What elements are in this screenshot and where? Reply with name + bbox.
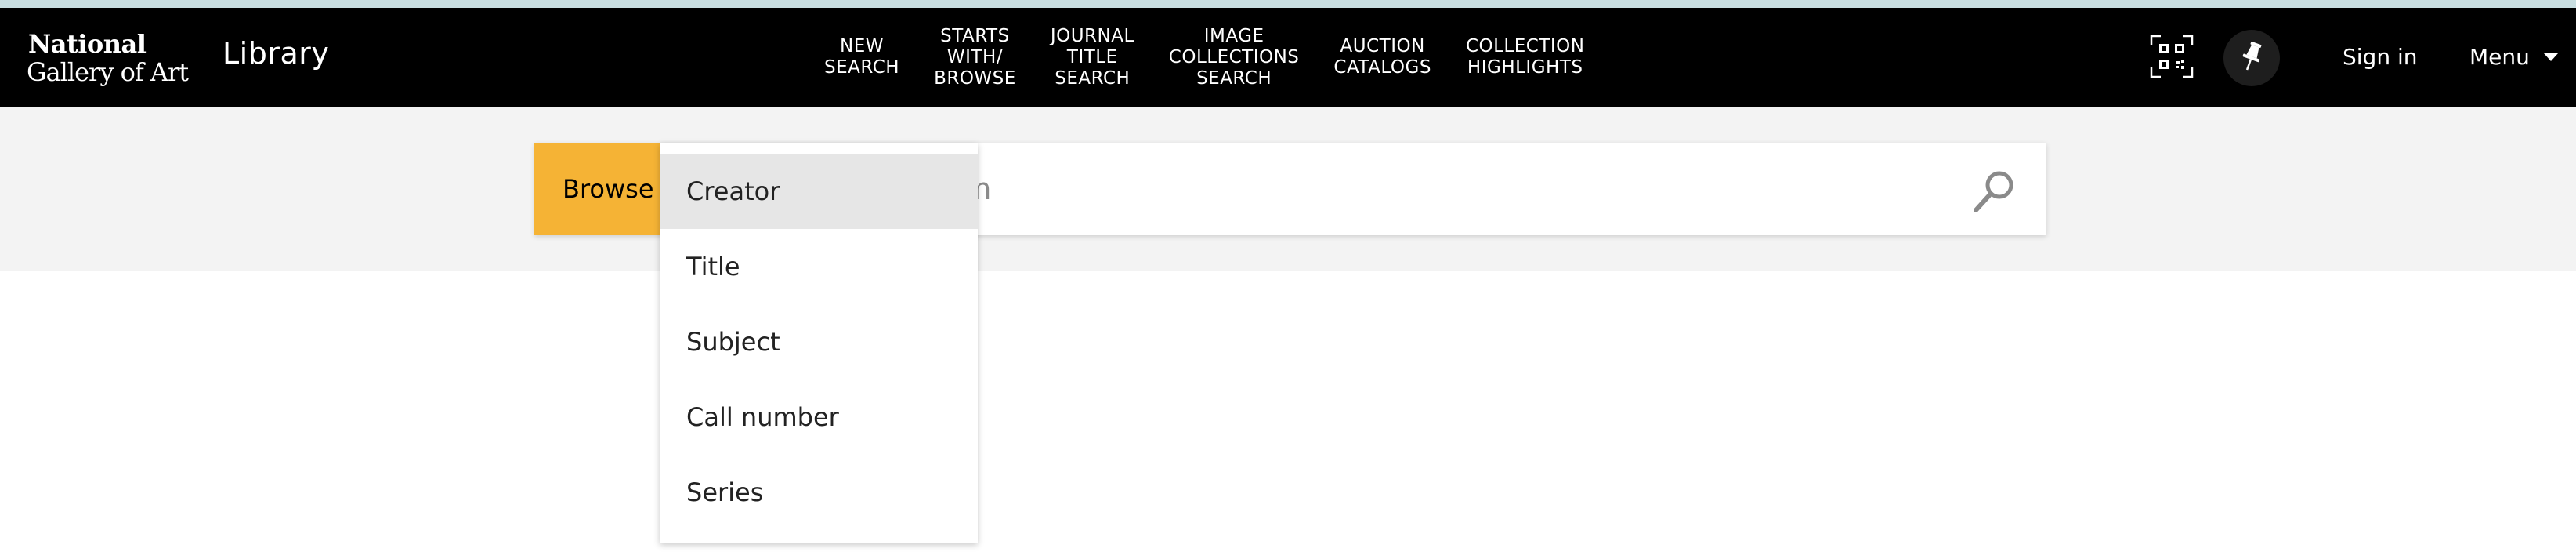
browse-by-label: Browse by [563,174,660,204]
sign-in-link[interactable]: Sign in [2343,44,2418,70]
pushpin-icon [2238,41,2265,75]
dropdown-option-series[interactable]: Series [660,455,978,530]
main-nav: NEW SEARCH STARTS WITH/ BROWSE JOURNAL T… [807,8,1601,107]
menu-label: Menu [2469,44,2530,70]
nga-logo[interactable]: National Gallery of Art [27,25,191,91]
nav-auction-catalogs[interactable]: AUCTION CATALOGS [1316,8,1449,107]
top-accent-strip [0,0,2576,8]
search-submit-button[interactable] [1970,166,2020,216]
section-title[interactable]: Library [223,36,329,71]
magnifier-icon [1970,171,2020,220]
caret-down-icon [2543,53,2558,61]
logo-line-2: Gallery of Art [27,57,189,87]
browse-by-button[interactable]: Browse by [534,143,660,235]
browse-by-dropdown: Creator Title Subject Call number Series [660,143,978,543]
nav-image-collections-search[interactable]: IMAGE COLLECTIONS SEARCH [1152,8,1317,107]
qr-code-icon[interactable] [2150,34,2194,78]
site-header: National Gallery of Art Library NEW SEAR… [0,8,2576,107]
dropdown-option-call-number[interactable]: Call number [660,380,978,455]
nav-journal-title-search[interactable]: JOURNAL TITLE SEARCH [1033,8,1152,107]
pin-button[interactable] [2223,30,2280,86]
dropdown-option-creator[interactable]: Creator [660,154,978,229]
menu-button[interactable]: Menu [2469,44,2558,70]
nav-new-search[interactable]: NEW SEARCH [807,8,917,107]
search-input[interactable] [932,143,1951,235]
dropdown-option-subject[interactable]: Subject [660,304,978,380]
nav-collection-highlights[interactable]: COLLECTION HIGHLIGHTS [1449,8,1602,107]
dropdown-option-title[interactable]: Title [660,229,978,304]
nav-starts-with-browse[interactable]: STARTS WITH/ BROWSE [917,8,1033,107]
logo-line-1: National [28,29,147,59]
